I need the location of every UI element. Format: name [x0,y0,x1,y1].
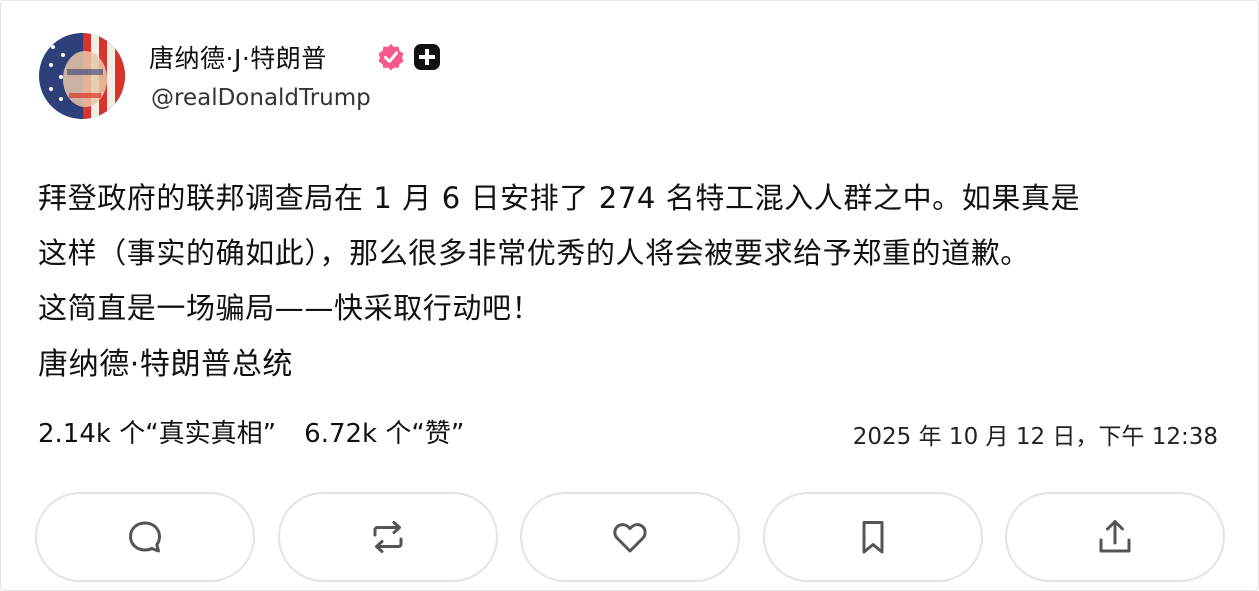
post-line: 这样（事实的确如此），那么很多非常优秀的人将会被要求给予郑重的道歉。 [38,236,1030,270]
avatar[interactable] [39,33,125,119]
post-line: 拜登政府的联邦调查局在 1 月 6 日安排了 274 名特工混入人群之中。如果真… [38,181,1081,215]
author-name[interactable]: 唐纳德·J·特朗普 [149,39,327,75]
author-name-row: 唐纳德·J·特朗普 [149,37,441,77]
post-card: 唐纳德·J·特朗普 @realDonaldTrump 拜登政府的联邦调查局在 1… [0,0,1259,591]
like-button[interactable] [520,492,740,582]
heart-icon [613,523,647,553]
avatar-image [39,33,125,119]
bookmark-button[interactable] [762,492,983,582]
post-body: 拜登政府的联邦调查局在 1 月 6 日安排了 274 名特工混入人群之中。如果真… [38,171,1228,336]
post-timestamp: 2025 年 10 月 12 日，下午 12:38 [852,424,1218,450]
truths-count[interactable]: 2.14k 个“真实真相” [38,413,276,450]
post-line: 这简直是一场骗局——快采取行动吧！ [38,291,542,325]
author-handle[interactable]: @realDonaldTrump [151,85,371,111]
plus-badge-icon [413,43,441,71]
reply-icon [129,521,161,553]
bookmark-icon [862,521,883,554]
retruth-button[interactable] [277,492,498,582]
reply-button[interactable] [35,492,255,582]
post-stats: 2.14k 个“真实真相” 6.72k 个“赞” [38,413,464,450]
verified-badge-icon [377,43,405,71]
likes-count[interactable]: 6.72k 个“赞” [304,413,464,450]
share-button[interactable] [1005,492,1225,582]
share-icon [1099,520,1131,553]
action-bar [35,492,1225,582]
retruth-icon [373,521,402,553]
post-signature: 唐纳德·特朗普总统 [38,347,293,382]
